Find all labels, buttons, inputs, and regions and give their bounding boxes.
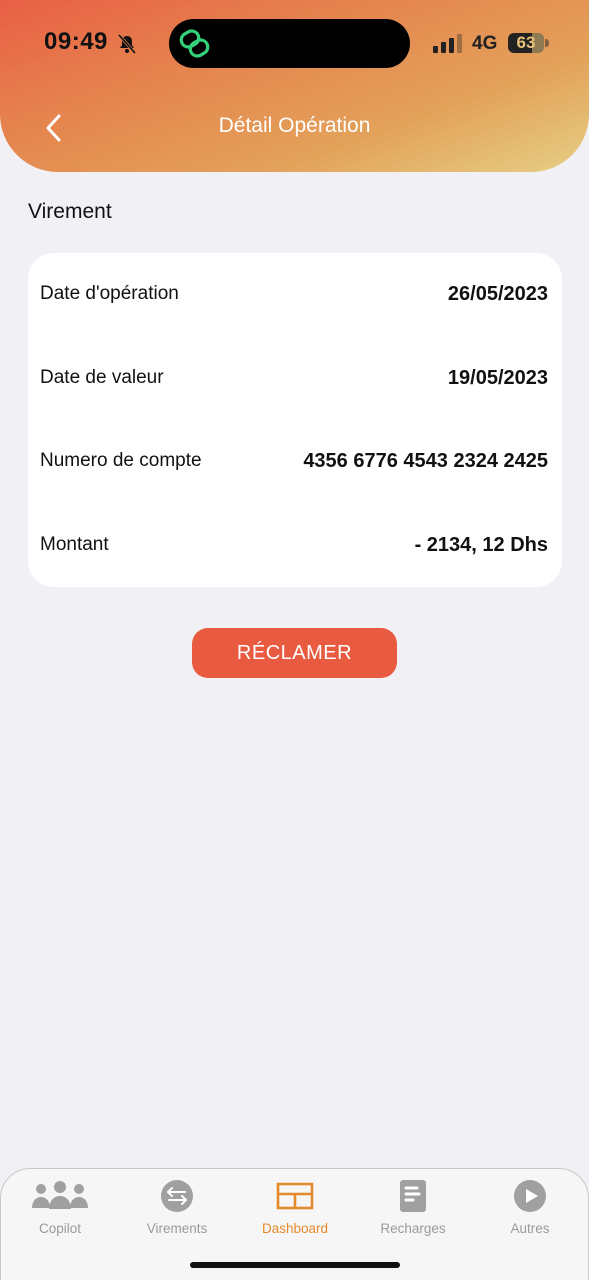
detail-label: Montant: [40, 534, 109, 555]
people-icon: [32, 1181, 88, 1209]
detail-row-operation-date: Date d'opération 26/05/2023: [40, 274, 548, 314]
detail-row-account-number: Numero de compte 4356 6776 4543 2324 242…: [40, 441, 548, 481]
status-time: 09:49: [44, 28, 108, 55]
play-icon: [514, 1180, 546, 1212]
detail-row-amount: Montant - 2134, 12 Dhs: [40, 525, 548, 565]
detail-label: Numero de compte: [40, 450, 202, 471]
network-type: 4G: [472, 33, 498, 54]
detail-row-value-date: Date de valeur 19/05/2023: [40, 358, 548, 398]
home-indicator: [190, 1262, 400, 1268]
tab-dashboard[interactable]: Dashboard: [236, 1179, 354, 1239]
battery-tip: [545, 39, 549, 47]
reclamer-button[interactable]: RÉCLAMER: [192, 628, 397, 678]
tab-label: Recharges: [380, 1221, 446, 1236]
battery-level: 63: [516, 33, 536, 52]
document-icon: [400, 1180, 426, 1212]
tab-label: Virements: [146, 1221, 208, 1236]
tab-label: Copilot: [38, 1221, 82, 1236]
details-card: Date d'opération 26/05/2023 Date de vale…: [28, 253, 562, 587]
detail-value: 26/05/2023: [447, 282, 548, 305]
detail-label: Date de valeur: [40, 367, 164, 388]
tab-virements[interactable]: Virements: [118, 1179, 236, 1239]
transfer-icon: [161, 1180, 193, 1212]
detail-value: 19/05/2023: [447, 366, 548, 389]
battery-icon: 63: [508, 33, 544, 53]
bell-muted-icon: [117, 34, 137, 54]
detail-value: - 2134, 12 Dhs: [414, 533, 548, 556]
detail-label: Date d'opération: [40, 283, 179, 304]
tab-copilot[interactable]: Copilot: [1, 1179, 119, 1239]
signal-icon: [433, 34, 462, 53]
dashboard-icon: [276, 1182, 314, 1210]
page-title: Détail Opération: [218, 114, 371, 137]
detail-value: 4356 6776 4543 2324 2425: [303, 449, 548, 472]
link-app-icon: [179, 29, 210, 58]
tab-label: Autres: [510, 1221, 550, 1236]
tab-recharges[interactable]: Recharges: [354, 1179, 472, 1239]
tab-autres[interactable]: Autres: [471, 1179, 589, 1239]
header: 09:49 4G 63 Détail Opération: [0, 0, 589, 172]
tab-label: Dashboard: [261, 1221, 329, 1236]
section-label: Virement: [28, 200, 112, 223]
